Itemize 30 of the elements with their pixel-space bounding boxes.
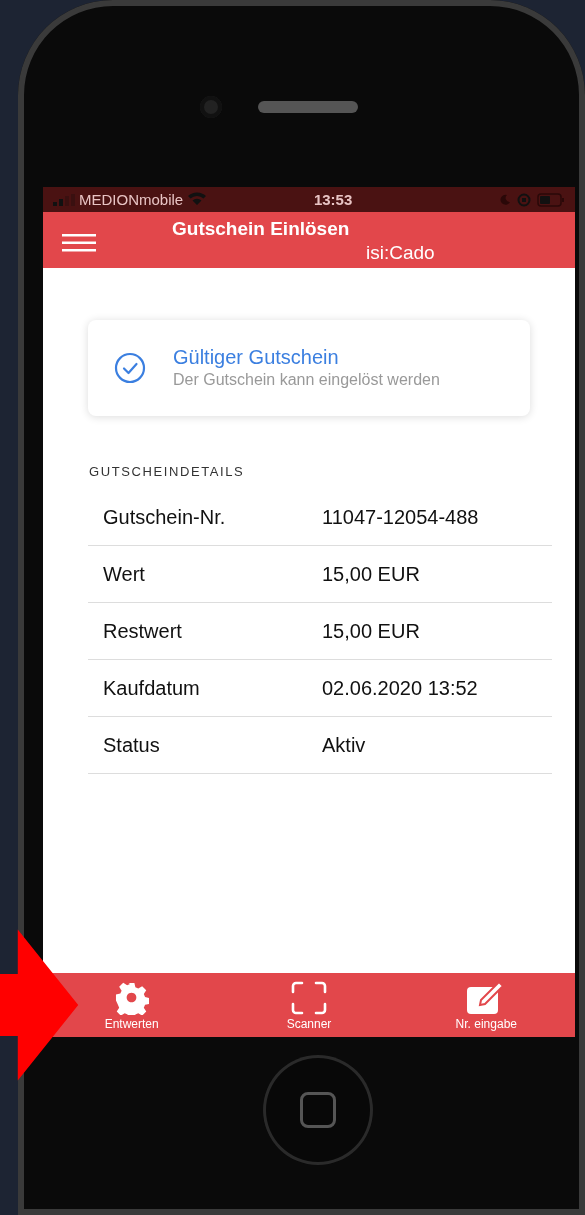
rotation-lock-icon <box>517 192 531 207</box>
carrier-name: MEDIONmobile <box>79 191 184 208</box>
status-message: Der Gutschein kann eingelöst werden <box>173 369 441 390</box>
field-label: Gutschein-Nr. <box>102 505 227 529</box>
wifi-icon <box>187 191 208 205</box>
moon-icon <box>499 193 511 206</box>
menu-icon[interactable] <box>62 234 96 252</box>
tab-button[interactable]: Scanner <box>265 979 353 1031</box>
field-label: Status <box>102 733 161 757</box>
scan-frame-icon <box>291 980 327 1015</box>
field-value: 02.06.2020 13:52 <box>322 676 479 700</box>
field-value: 15,00 EUR <box>322 619 421 643</box>
signal-icon <box>53 193 75 206</box>
gear-icon <box>114 980 149 1015</box>
field-value: 15,00 EUR <box>322 562 421 586</box>
check-circle-icon <box>114 352 146 384</box>
header-title: Gutschein Einlösen <box>172 218 351 240</box>
clock-time: 13:53 <box>313 191 353 208</box>
field-value: Aktiv <box>322 733 367 757</box>
tab-button[interactable]: Nr. eingabe <box>442 979 531 1031</box>
status-title: Gültiger Gutschein <box>173 345 340 369</box>
camera-icon <box>200 96 222 118</box>
field-label: Restwert <box>102 619 183 643</box>
field-label: Wert <box>102 562 146 586</box>
field-value: 11047-12054-488 <box>322 505 480 529</box>
tab-button[interactable]: Entwerten <box>87 979 176 1031</box>
field-label: Kaufdatum <box>102 676 201 700</box>
header-subtitle: isi:Cado <box>366 242 435 264</box>
section-heading: GUTSCHEINDETAILS <box>89 464 246 479</box>
battery-icon <box>537 192 565 207</box>
